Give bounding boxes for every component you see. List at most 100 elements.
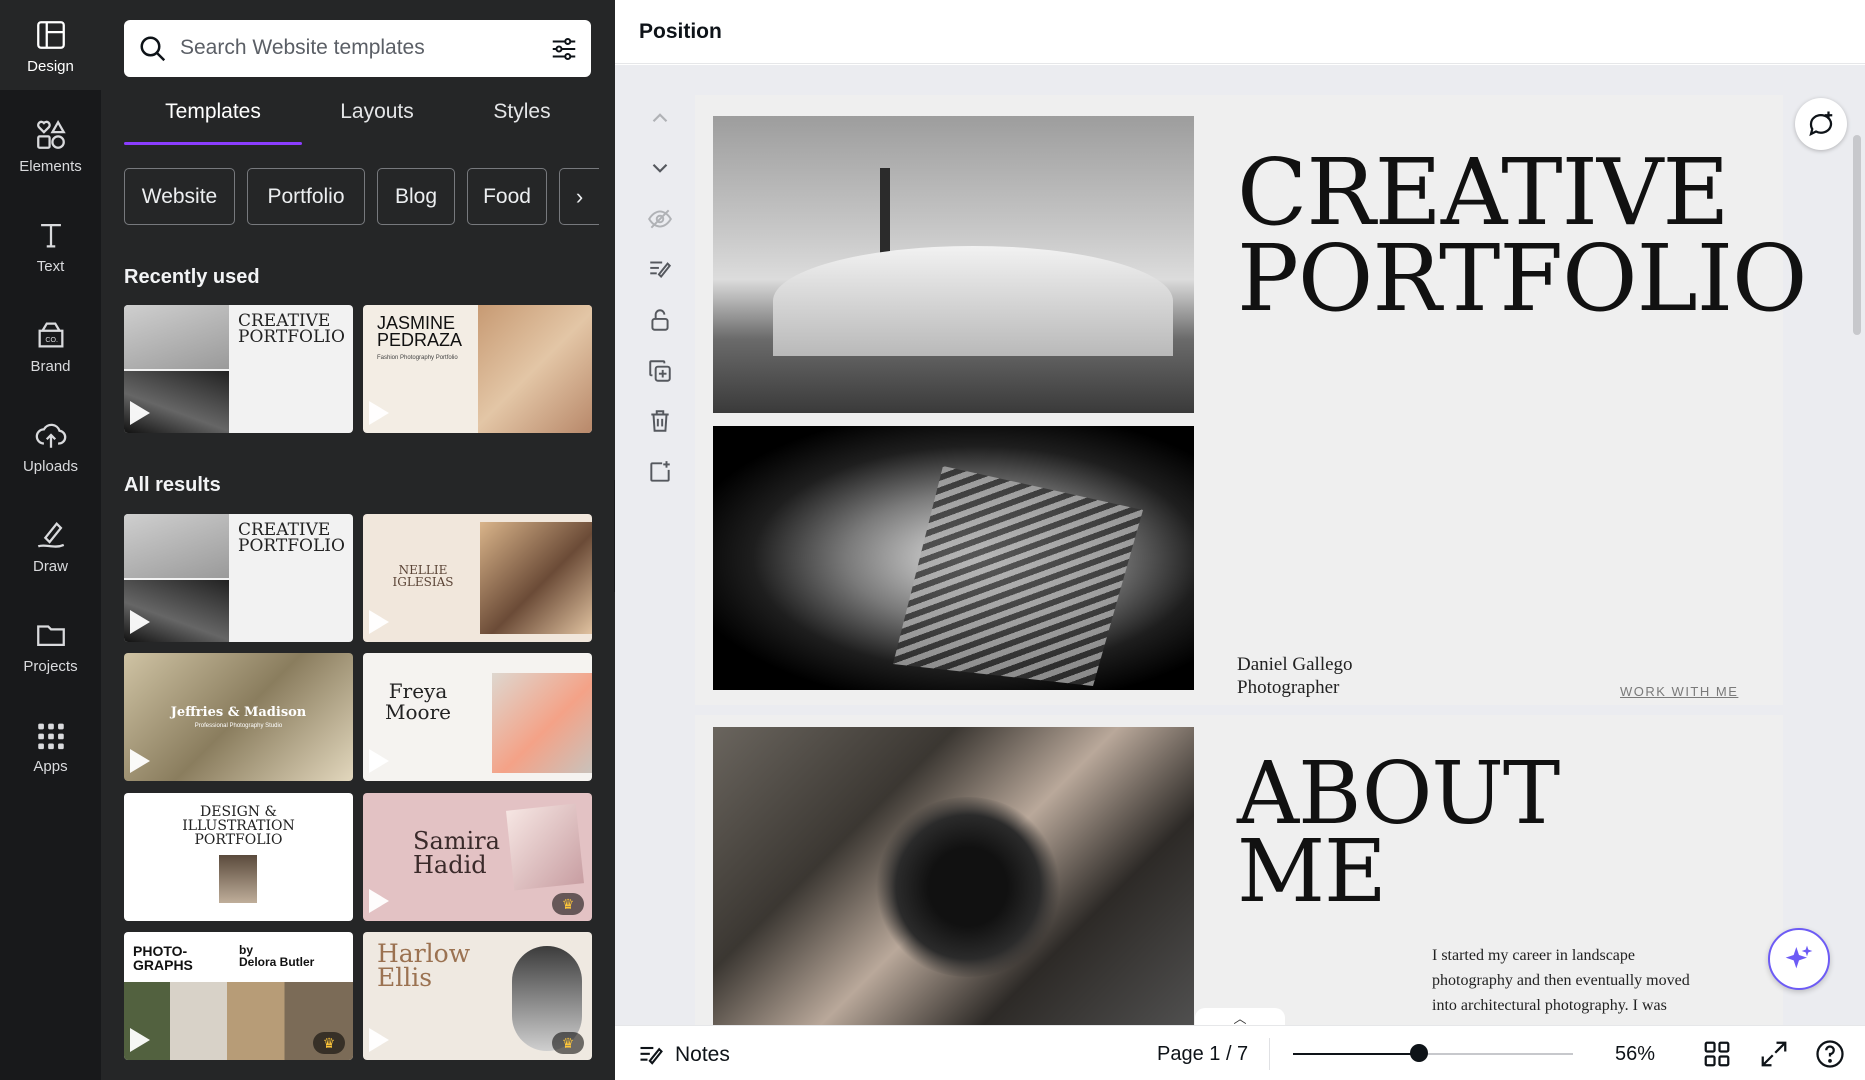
fullscreen-icon[interactable] (1759, 1039, 1789, 1069)
template-thumb[interactable]: NELLIE IGLESIAS (363, 514, 592, 642)
pen-icon (37, 521, 64, 548)
rail-item-elements[interactable]: Elements (0, 100, 101, 190)
work-with-me-link[interactable]: WORK WITH ME (1620, 684, 1738, 699)
thumb-title: NELLIE IGLESIAS (392, 563, 454, 589)
hero-title[interactable]: CREATIVE PORTFOLIO (1237, 147, 1807, 325)
thumb-title: Freya Moore (385, 679, 451, 724)
delete-page-button[interactable] (645, 406, 675, 436)
about-title[interactable]: ABOUT ME (1237, 751, 1560, 915)
all-results-heading: All results (124, 474, 221, 496)
text-icon (40, 223, 61, 248)
filter-icon[interactable] (549, 34, 579, 64)
thumb-title: DESIGN & ILLUSTRATION PORTFOLIO (182, 804, 295, 848)
lock-page-button[interactable] (645, 305, 675, 335)
thumb-subtitle: Fashion Photography Portfolio (377, 355, 458, 361)
tab-layouts[interactable]: Layouts (302, 100, 452, 146)
grid-view-icon[interactable] (1702, 1039, 1732, 1069)
chip-portfolio[interactable]: Portfolio (247, 168, 365, 225)
sparkle-icon (1785, 945, 1813, 969)
thumb-subtitle: Professional Photography Studio (194, 723, 283, 729)
canvas-area: CREATIVE PORTFOLIO Daniel Gallego Photog… (615, 65, 1865, 1025)
chevron-up-icon: ︿ (1233, 1010, 1247, 1026)
rail-item-apps[interactable]: Apps (0, 700, 101, 790)
chip-food[interactable]: Food (467, 168, 547, 225)
play-icon (369, 749, 389, 773)
play-icon (130, 610, 150, 634)
page-notes-button[interactable] (645, 254, 675, 284)
rail-item-design[interactable]: Design (0, 0, 101, 90)
template-thumb[interactable]: JASMINE PEDRAZA Fashion Photography Port… (363, 305, 592, 433)
about-paragraph[interactable]: I started my career in landscape photogr… (1432, 943, 1702, 1018)
show-pages-button[interactable]: ︿ (1195, 1008, 1285, 1026)
zoom-slider-track[interactable] (1293, 1053, 1573, 1055)
notes-icon (650, 261, 672, 279)
page-indicator[interactable]: Page 1 / 7 (1157, 1043, 1248, 1066)
rail-item-uploads[interactable]: Uploads (0, 400, 101, 490)
chip-blog[interactable]: Blog (377, 168, 455, 225)
photographer-portrait[interactable] (713, 727, 1194, 1025)
template-thumb[interactable]: DESIGN & ILLUSTRATION PORTFOLIO (124, 793, 353, 921)
rail-item-draw[interactable]: Draw (0, 500, 101, 590)
notes-icon (640, 1046, 663, 1065)
magic-assistant-button[interactable] (1768, 928, 1830, 990)
zoom-value[interactable]: 56% (1615, 1043, 1655, 1066)
template-thumb[interactable]: Samira Hadid ♛ (363, 793, 592, 921)
search-input[interactable] (180, 30, 520, 66)
add-comment-button[interactable] (1795, 98, 1847, 150)
brand-icon: CO. (38, 322, 63, 348)
hide-page-button[interactable] (645, 204, 675, 234)
folder-icon (36, 625, 65, 647)
rail-item-text[interactable]: Text (0, 200, 101, 290)
cloud-upload-icon (35, 423, 66, 448)
design-page[interactable]: CREATIVE PORTFOLIO Daniel Gallego Photog… (695, 95, 1807, 1025)
chip-website[interactable]: Website (124, 168, 235, 225)
duplicate-icon (649, 360, 671, 382)
add-page-button[interactable] (645, 457, 675, 487)
chevron-up-icon (652, 113, 668, 123)
zoom-slider-handle[interactable] (1410, 1044, 1428, 1062)
architecture-photo-top[interactable] (713, 116, 1194, 413)
side-rail: Design Elements Text CO. Brand Uploads D… (0, 0, 101, 1080)
divider (1269, 1038, 1270, 1070)
zoom-slider-fill (1293, 1053, 1419, 1055)
template-thumb[interactable]: CREATIVE PORTFOLIO (124, 514, 353, 642)
move-page-down-button[interactable] (645, 153, 675, 183)
rail-item-projects[interactable]: Projects (0, 600, 101, 690)
notes-label: Notes (675, 1043, 730, 1066)
search-bar (124, 20, 591, 77)
position-button[interactable]: Position (639, 20, 722, 44)
play-icon (369, 1028, 389, 1052)
chips-next-button[interactable]: › (559, 168, 599, 225)
play-icon (130, 889, 150, 913)
move-page-up-button[interactable] (645, 103, 675, 133)
tab-templates[interactable]: Templates (124, 100, 302, 146)
template-thumb[interactable]: CREATIVE PORTFOLIO (124, 305, 353, 433)
help-icon[interactable] (1815, 1039, 1845, 1069)
layout-icon (36, 21, 65, 49)
template-thumb[interactable]: Freya Moore (363, 653, 592, 781)
rail-label: Brand (30, 358, 71, 375)
rail-label: Projects (23, 658, 78, 675)
template-thumb[interactable]: Jeffries & Madison Professional Photogra… (124, 653, 353, 781)
notes-button[interactable]: Notes (637, 1041, 730, 1069)
rail-label: Uploads (22, 458, 79, 475)
duplicate-page-button[interactable] (645, 356, 675, 386)
shapes-icon (36, 119, 66, 149)
trash-icon (651, 410, 669, 432)
rail-item-brand[interactable]: CO. Brand (0, 300, 101, 390)
template-thumb[interactable]: PHOTO- GRAPHS by Delora Butler ♛ (124, 932, 353, 1060)
chevron-down-icon (652, 163, 668, 173)
architecture-photo-bottom[interactable] (713, 426, 1194, 690)
template-thumb[interactable]: Harlow Ellis ♛ (363, 932, 592, 1060)
eye-off-icon (648, 209, 672, 229)
apps-grid-icon (37, 723, 64, 750)
crown-icon: ♛ (552, 1032, 584, 1054)
thumb-title: CREATIVE PORTFOLIO (238, 311, 345, 347)
canvas-scrollbar[interactable] (1853, 135, 1861, 335)
thumb-byline: by Delora Butler (239, 943, 315, 969)
chevron-right-icon: › (575, 183, 584, 209)
tab-styles[interactable]: Styles (452, 100, 592, 146)
add-page-icon (650, 461, 670, 482)
photographer-name[interactable]: Daniel Gallego Photographer (1237, 653, 1353, 699)
crown-icon: ♛ (313, 1032, 345, 1054)
